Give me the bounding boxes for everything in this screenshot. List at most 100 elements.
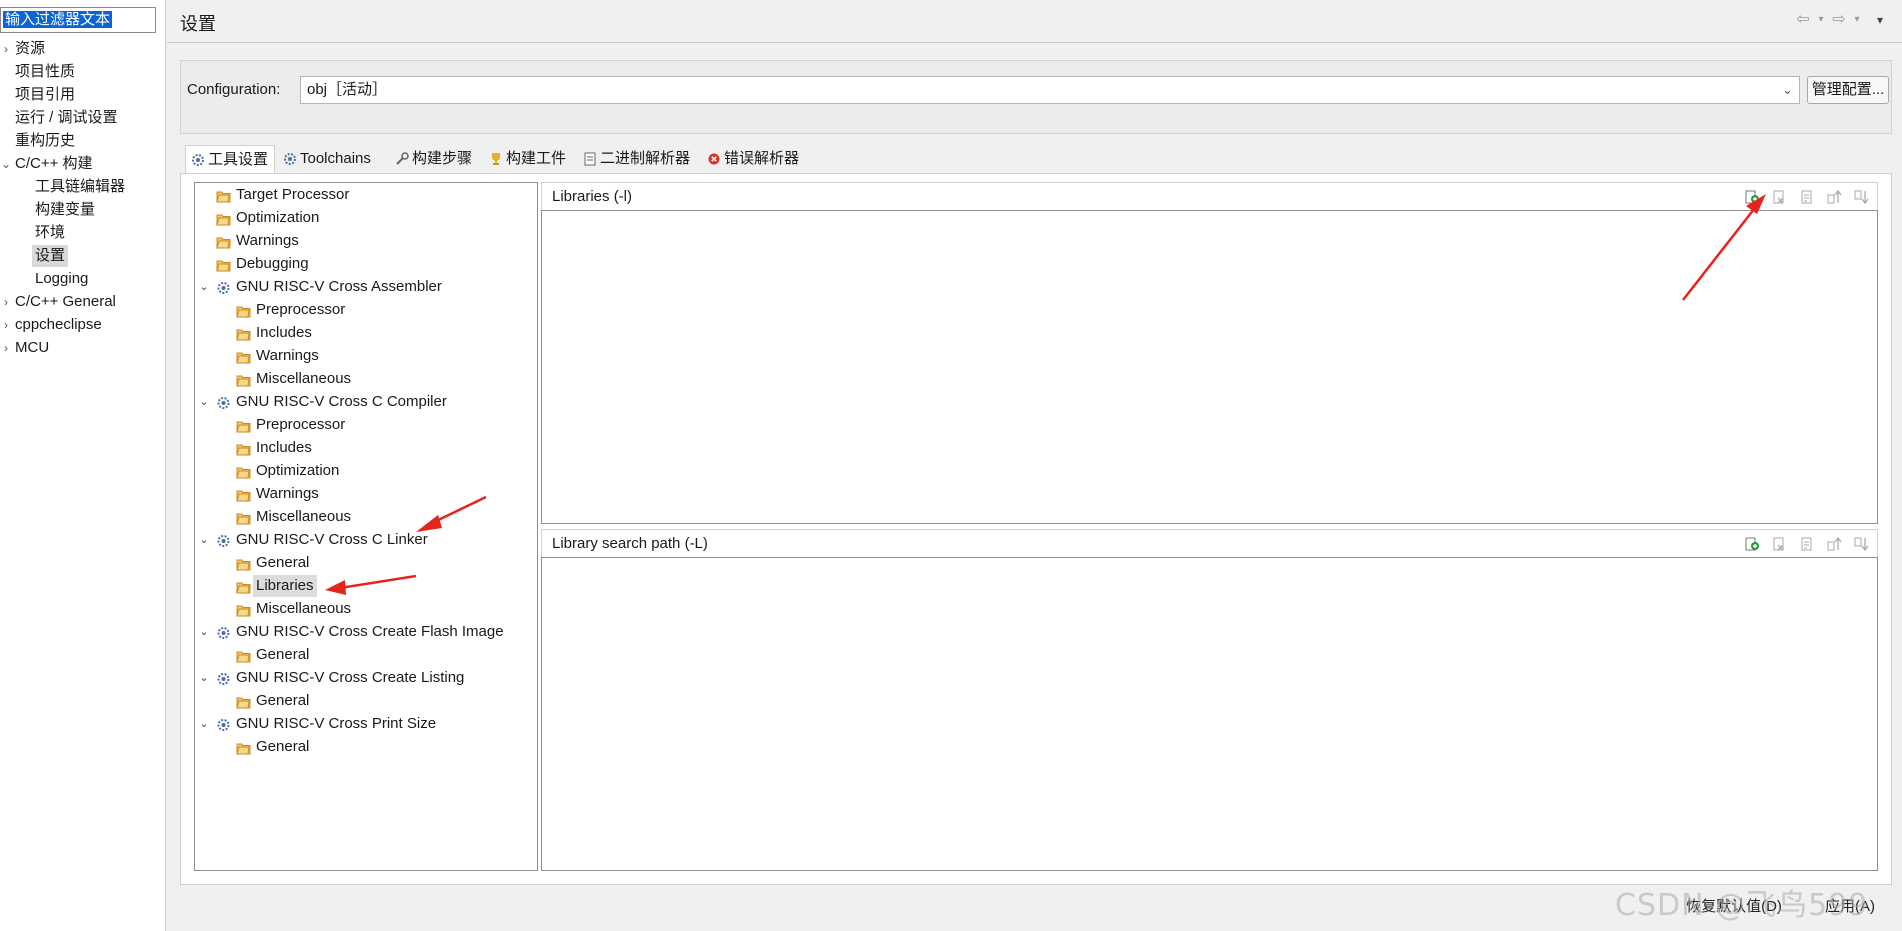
- expand-arrow-icon[interactable]: ›: [0, 38, 12, 60]
- tree-category-row[interactable]: Miscellaneous: [0, 506, 540, 528]
- tree-item-label: Preprocessor: [256, 301, 346, 318]
- tab-toolchains[interactable]: Toolchains: [278, 145, 388, 173]
- delete-icon[interactable]: [1771, 536, 1787, 552]
- tree-tool-row[interactable]: ⌄ GNU RISC-V Cross C Compiler: [0, 391, 540, 413]
- folder-icon: [236, 372, 251, 387]
- tool-gear-icon: [216, 671, 231, 685]
- tree-item-label: Target Processor: [236, 186, 350, 203]
- nav-item-run-debug-settings[interactable]: 运行 / 调试设置: [12, 107, 121, 129]
- tab-build-artifact[interactable]: 构建工件: [484, 145, 574, 173]
- tree-item-label: Optimization: [236, 209, 320, 226]
- tree-category-row[interactable]: Miscellaneous: [0, 598, 540, 620]
- tree-item-label: General: [256, 738, 310, 755]
- tree-item-label: GNU RISC-V Cross Create Flash Image: [236, 623, 504, 640]
- tree-category-row[interactable]: Preprocessor: [0, 414, 540, 436]
- tree-item-label: Miscellaneous: [256, 508, 352, 525]
- collapse-arrow-icon[interactable]: ⌄: [198, 529, 210, 551]
- library-search-path-panel-title: Library search path (-L): [552, 535, 708, 552]
- folder-icon: [236, 349, 251, 364]
- tree-category-row[interactable]: General: [0, 736, 540, 758]
- tree-item-label: Includes: [256, 324, 312, 341]
- move-up-icon[interactable]: [1826, 536, 1842, 552]
- manage-configurations-button[interactable]: 管理配置...: [1807, 76, 1889, 104]
- tab-build-steps[interactable]: 构建步骤: [390, 145, 480, 173]
- tree-category-row[interactable]: Preprocessor: [0, 299, 540, 321]
- tree-item-label: GNU RISC-V Cross Create Listing: [236, 669, 465, 686]
- move-up-icon[interactable]: [1826, 189, 1842, 205]
- delete-icon[interactable]: [1771, 189, 1787, 205]
- tree-item-label: Libraries: [253, 575, 317, 597]
- tree-item-label: Miscellaneous: [256, 600, 352, 617]
- nav-item-resource[interactable]: 资源: [12, 38, 48, 60]
- tree-item-label: GNU RISC-V Cross C Linker: [236, 531, 428, 548]
- page-title: 设置: [180, 14, 216, 34]
- tool-gear-icon: [216, 280, 231, 294]
- folder-icon: [236, 487, 251, 502]
- add-icon[interactable]: [1744, 189, 1760, 205]
- filter-input-text[interactable]: 输入过滤器文本: [3, 11, 113, 28]
- library-search-path-list[interactable]: [541, 557, 1878, 871]
- back-arrow-icon[interactable]: ⇦: [1793, 9, 1813, 31]
- move-down-icon[interactable]: [1853, 536, 1869, 552]
- tree-item-label: General: [256, 692, 310, 709]
- libraries-panel-header: Libraries (-l): [541, 182, 1878, 210]
- tree-category-row[interactable]: Optimization: [0, 460, 540, 482]
- add-icon[interactable]: [1744, 536, 1760, 552]
- tree-category-row[interactable]: Optimization: [0, 207, 540, 229]
- edit-icon[interactable]: [1799, 189, 1815, 205]
- nav-item-project-references[interactable]: 项目引用: [12, 84, 78, 106]
- collapse-arrow-icon[interactable]: ⌄: [0, 153, 12, 175]
- chevron-down-icon[interactable]: ⌄: [1782, 77, 1793, 103]
- folder-icon: [236, 418, 251, 433]
- collapse-arrow-icon[interactable]: ⌄: [198, 391, 210, 413]
- tree-tool-row[interactable]: ⌄ GNU RISC-V Cross Create Listing: [0, 667, 540, 689]
- tab-tool-settings[interactable]: 工具设置: [185, 145, 275, 173]
- tree-category-row[interactable]: Includes: [0, 437, 540, 459]
- nav-item-project-natures[interactable]: 项目性质: [12, 61, 78, 83]
- trophy-icon: [492, 153, 500, 165]
- tab-binary-parsers[interactable]: 二进制解析器: [578, 145, 698, 173]
- folder-icon: [216, 188, 231, 203]
- tree-category-row[interactable]: Debugging: [0, 253, 540, 275]
- configuration-value: obj［活动］: [307, 81, 388, 98]
- tree-tool-row[interactable]: ⌄ GNU RISC-V Cross Assembler: [0, 276, 540, 298]
- tab-error-parsers[interactable]: 错误解析器: [702, 145, 812, 173]
- tree-category-row[interactable]: Warnings: [0, 345, 540, 367]
- configuration-select[interactable]: obj［活动］ ⌄: [300, 76, 1800, 104]
- tree-category-row[interactable]: General: [0, 690, 540, 712]
- libraries-list[interactable]: [541, 210, 1878, 524]
- forward-dropdown-icon[interactable]: ▾: [1847, 9, 1867, 31]
- header-divider: [167, 42, 1902, 43]
- view-menu-icon[interactable]: ▾: [1870, 9, 1890, 31]
- tree-category-row[interactable]: Libraries: [0, 575, 540, 597]
- collapse-arrow-icon[interactable]: ⌄: [198, 621, 210, 643]
- tool-gear-icon: [216, 625, 231, 639]
- tree-category-row[interactable]: Miscellaneous: [0, 368, 540, 390]
- tree-tool-row[interactable]: ⌄ GNU RISC-V Cross C Linker: [0, 529, 540, 551]
- folder-icon: [236, 648, 251, 663]
- tree-category-row[interactable]: General: [0, 644, 540, 666]
- move-down-icon[interactable]: [1853, 189, 1869, 205]
- back-dropdown-icon[interactable]: ▾: [1811, 9, 1831, 31]
- tree-category-row[interactable]: General: [0, 552, 540, 574]
- tree-category-row[interactable]: Target Processor: [0, 184, 540, 206]
- nav-item-cpp-build[interactable]: C/C++ 构建: [12, 153, 96, 175]
- collapse-arrow-icon[interactable]: ⌄: [198, 276, 210, 298]
- tree-category-row[interactable]: Warnings: [0, 483, 540, 505]
- tab-label: Toolchains: [300, 150, 371, 167]
- nav-item-refactoring-history[interactable]: 重构历史: [12, 130, 78, 152]
- libraries-toolbar: [1737, 189, 1869, 205]
- tree-tool-row[interactable]: ⌄ GNU RISC-V Cross Create Flash Image: [0, 621, 540, 643]
- tool-gear-icon: [216, 533, 231, 547]
- collapse-arrow-icon[interactable]: ⌄: [198, 713, 210, 735]
- folder-icon: [216, 211, 231, 226]
- forward-arrow-icon[interactable]: ⇨: [1829, 9, 1849, 31]
- tree-category-row[interactable]: Warnings: [0, 230, 540, 252]
- collapse-arrow-icon[interactable]: ⌄: [198, 667, 210, 689]
- edit-icon[interactable]: [1799, 536, 1815, 552]
- tree-category-row[interactable]: Includes: [0, 322, 540, 344]
- tree-item-label: Miscellaneous: [256, 370, 352, 387]
- filter-input[interactable]: 输入过滤器文本: [0, 7, 156, 33]
- tree-tool-row[interactable]: ⌄ GNU RISC-V Cross Print Size: [0, 713, 540, 735]
- folder-icon: [216, 257, 231, 272]
